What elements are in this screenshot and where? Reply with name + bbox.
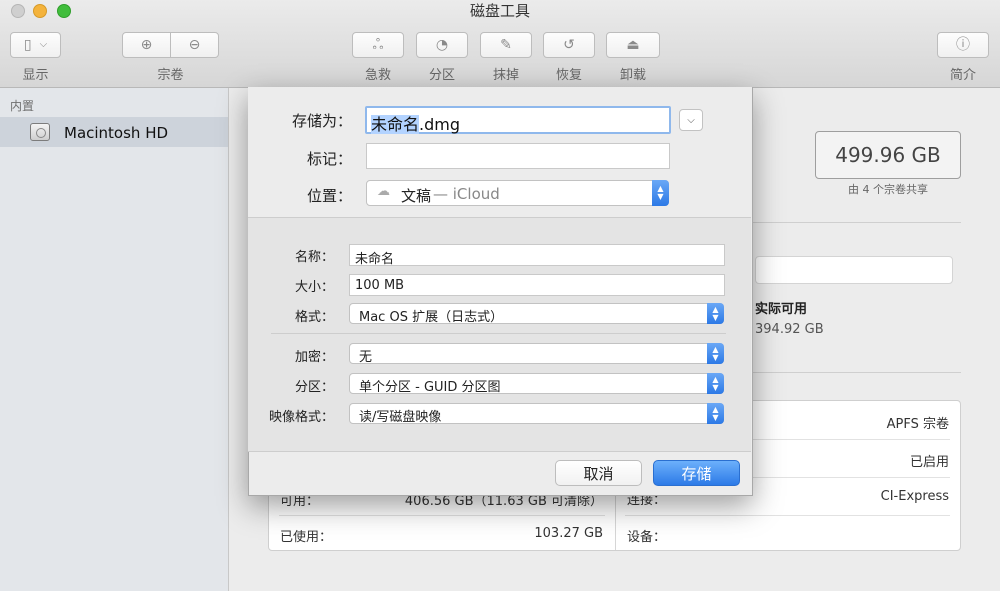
size-label: 大小：	[294, 280, 334, 295]
erase-button[interactable]: ✎	[480, 32, 532, 58]
restore-label: 恢复	[555, 68, 582, 83]
volume-label: 宗卷	[157, 68, 184, 83]
name-value: 未命名	[355, 252, 395, 267]
add-volume-icon: ⊕	[140, 37, 153, 53]
name-label: 名称：	[294, 250, 334, 265]
image-format-select[interactable]: 读/写磁盘映像 ▲ ▼	[349, 403, 724, 425]
save-as-input[interactable]: 未命名.dmg	[365, 106, 671, 134]
divider	[271, 333, 726, 334]
capacity-value: 499.96 GB	[835, 143, 941, 167]
tags-input[interactable]	[366, 143, 670, 169]
capacity-box: 499.96 GB	[815, 131, 961, 179]
divider	[751, 222, 961, 223]
table-label: 已使用：	[280, 530, 333, 545]
size-input[interactable]: 100 MB	[349, 274, 725, 296]
stepper-icon: ▲ ▼	[707, 373, 724, 394]
chevron-down-icon: ⌵	[39, 39, 48, 50]
stepper-icon: ▲ ▼	[652, 180, 669, 206]
cloud-icon: ☁	[377, 184, 390, 199]
where-value: 文稿	[401, 187, 432, 205]
format-select[interactable]: Mac OS 扩展（日志式） ▲ ▼	[349, 303, 724, 325]
sidebar-icon: ▯	[23, 37, 32, 53]
first-aid-button[interactable]: ஃ	[352, 32, 404, 58]
view-button[interactable]: ▯ ⌵	[10, 32, 61, 58]
cancel-label: 取消	[583, 464, 614, 483]
divider	[751, 372, 961, 373]
tags-label: 标记：	[306, 150, 352, 168]
sidebar-item-label: Macintosh HD	[64, 124, 169, 142]
delete-volume-button[interactable]: ⊖	[170, 32, 219, 58]
eject-icon: ⏏	[626, 37, 640, 53]
first-aid-label: 急救	[364, 68, 391, 83]
pie-chart-icon: ◔	[435, 37, 449, 53]
format-value: Mac OS 扩展（日志式）	[359, 310, 504, 325]
zoom-button[interactable]	[57, 4, 71, 18]
stepper-icon: ▲ ▼	[707, 303, 724, 324]
available-value: 394.92 GB	[755, 322, 824, 337]
capacity-shared: 由 4 个宗卷共享	[848, 183, 928, 196]
row-divider	[625, 515, 950, 516]
window-title: 磁盘工具	[469, 2, 530, 20]
save-as-label: 存储为：	[291, 112, 352, 130]
restore-button[interactable]: ↺	[543, 32, 595, 58]
hard-disk-icon	[30, 123, 50, 141]
info-label: 简介	[949, 68, 976, 83]
encryption-label: 加密：	[294, 350, 334, 365]
stepper-icon: ▲ ▼	[707, 403, 724, 424]
cancel-button[interactable]: 取消	[555, 460, 642, 486]
sidebar-section-internal: 内置	[10, 99, 35, 113]
partition-scheme-label: 分区：	[294, 380, 334, 395]
unmount-label: 卸载	[619, 68, 646, 83]
where-label: 位置：	[306, 187, 352, 205]
table-value: 103.27 GB	[534, 526, 603, 541]
info-button[interactable]: ⓘ	[937, 32, 989, 58]
encryption-select[interactable]: 无 ▲ ▼	[349, 343, 724, 365]
chevron-down-icon: ⌵	[687, 114, 695, 126]
table-value: APFS 宗卷	[886, 417, 949, 432]
sidebar	[0, 88, 229, 591]
table-value: CI-Express	[880, 489, 949, 504]
where-suffix: — iCloud	[433, 185, 500, 203]
format-label: 格式：	[294, 310, 334, 325]
save-as-extension: .dmg	[419, 115, 460, 134]
table-label: 设备：	[627, 530, 667, 545]
image-format-value: 读/写磁盘映像	[359, 410, 442, 425]
table-value: 已启用	[909, 455, 949, 470]
unmount-button[interactable]: ⏏	[606, 32, 660, 58]
stethoscope-icon: ஃ	[372, 37, 384, 53]
image-format-label: 映像格式：	[268, 410, 334, 425]
info-icon: ⓘ	[956, 37, 970, 53]
encryption-value: 无	[359, 350, 373, 365]
stepper-icon: ▲ ▼	[707, 343, 724, 364]
erase-label: 抹掉	[492, 68, 519, 83]
available-heading: 实际可用	[755, 302, 808, 317]
view-label: 显示	[22, 68, 49, 83]
partition-value: 单个分区 - GUID 分区图	[359, 380, 501, 395]
partition-label: 分区	[428, 68, 455, 83]
save-button[interactable]: 存储	[653, 460, 740, 486]
where-select[interactable]: ☁ 文稿 — iCloud ▲ ▼	[366, 180, 669, 206]
row-divider	[279, 515, 605, 516]
name-input[interactable]: 未命名	[349, 244, 725, 267]
add-volume-button[interactable]: ⊕	[122, 32, 171, 58]
expand-button[interactable]: ⌵	[679, 109, 703, 131]
eraser-icon: ✎	[500, 37, 512, 53]
usage-bar	[755, 256, 953, 284]
minimize-button[interactable]	[33, 4, 47, 18]
save-label: 存储	[681, 464, 712, 483]
save-as-selected-text: 未命名	[371, 115, 420, 134]
partition-select[interactable]: 单个分区 - GUID 分区图 ▲ ▼	[349, 373, 724, 395]
close-button[interactable]	[11, 4, 25, 18]
restore-icon: ↺	[563, 37, 575, 53]
delete-volume-icon: ⊖	[188, 37, 201, 53]
size-value: 100 MB	[355, 278, 405, 293]
partition-button[interactable]: ◔	[416, 32, 468, 58]
